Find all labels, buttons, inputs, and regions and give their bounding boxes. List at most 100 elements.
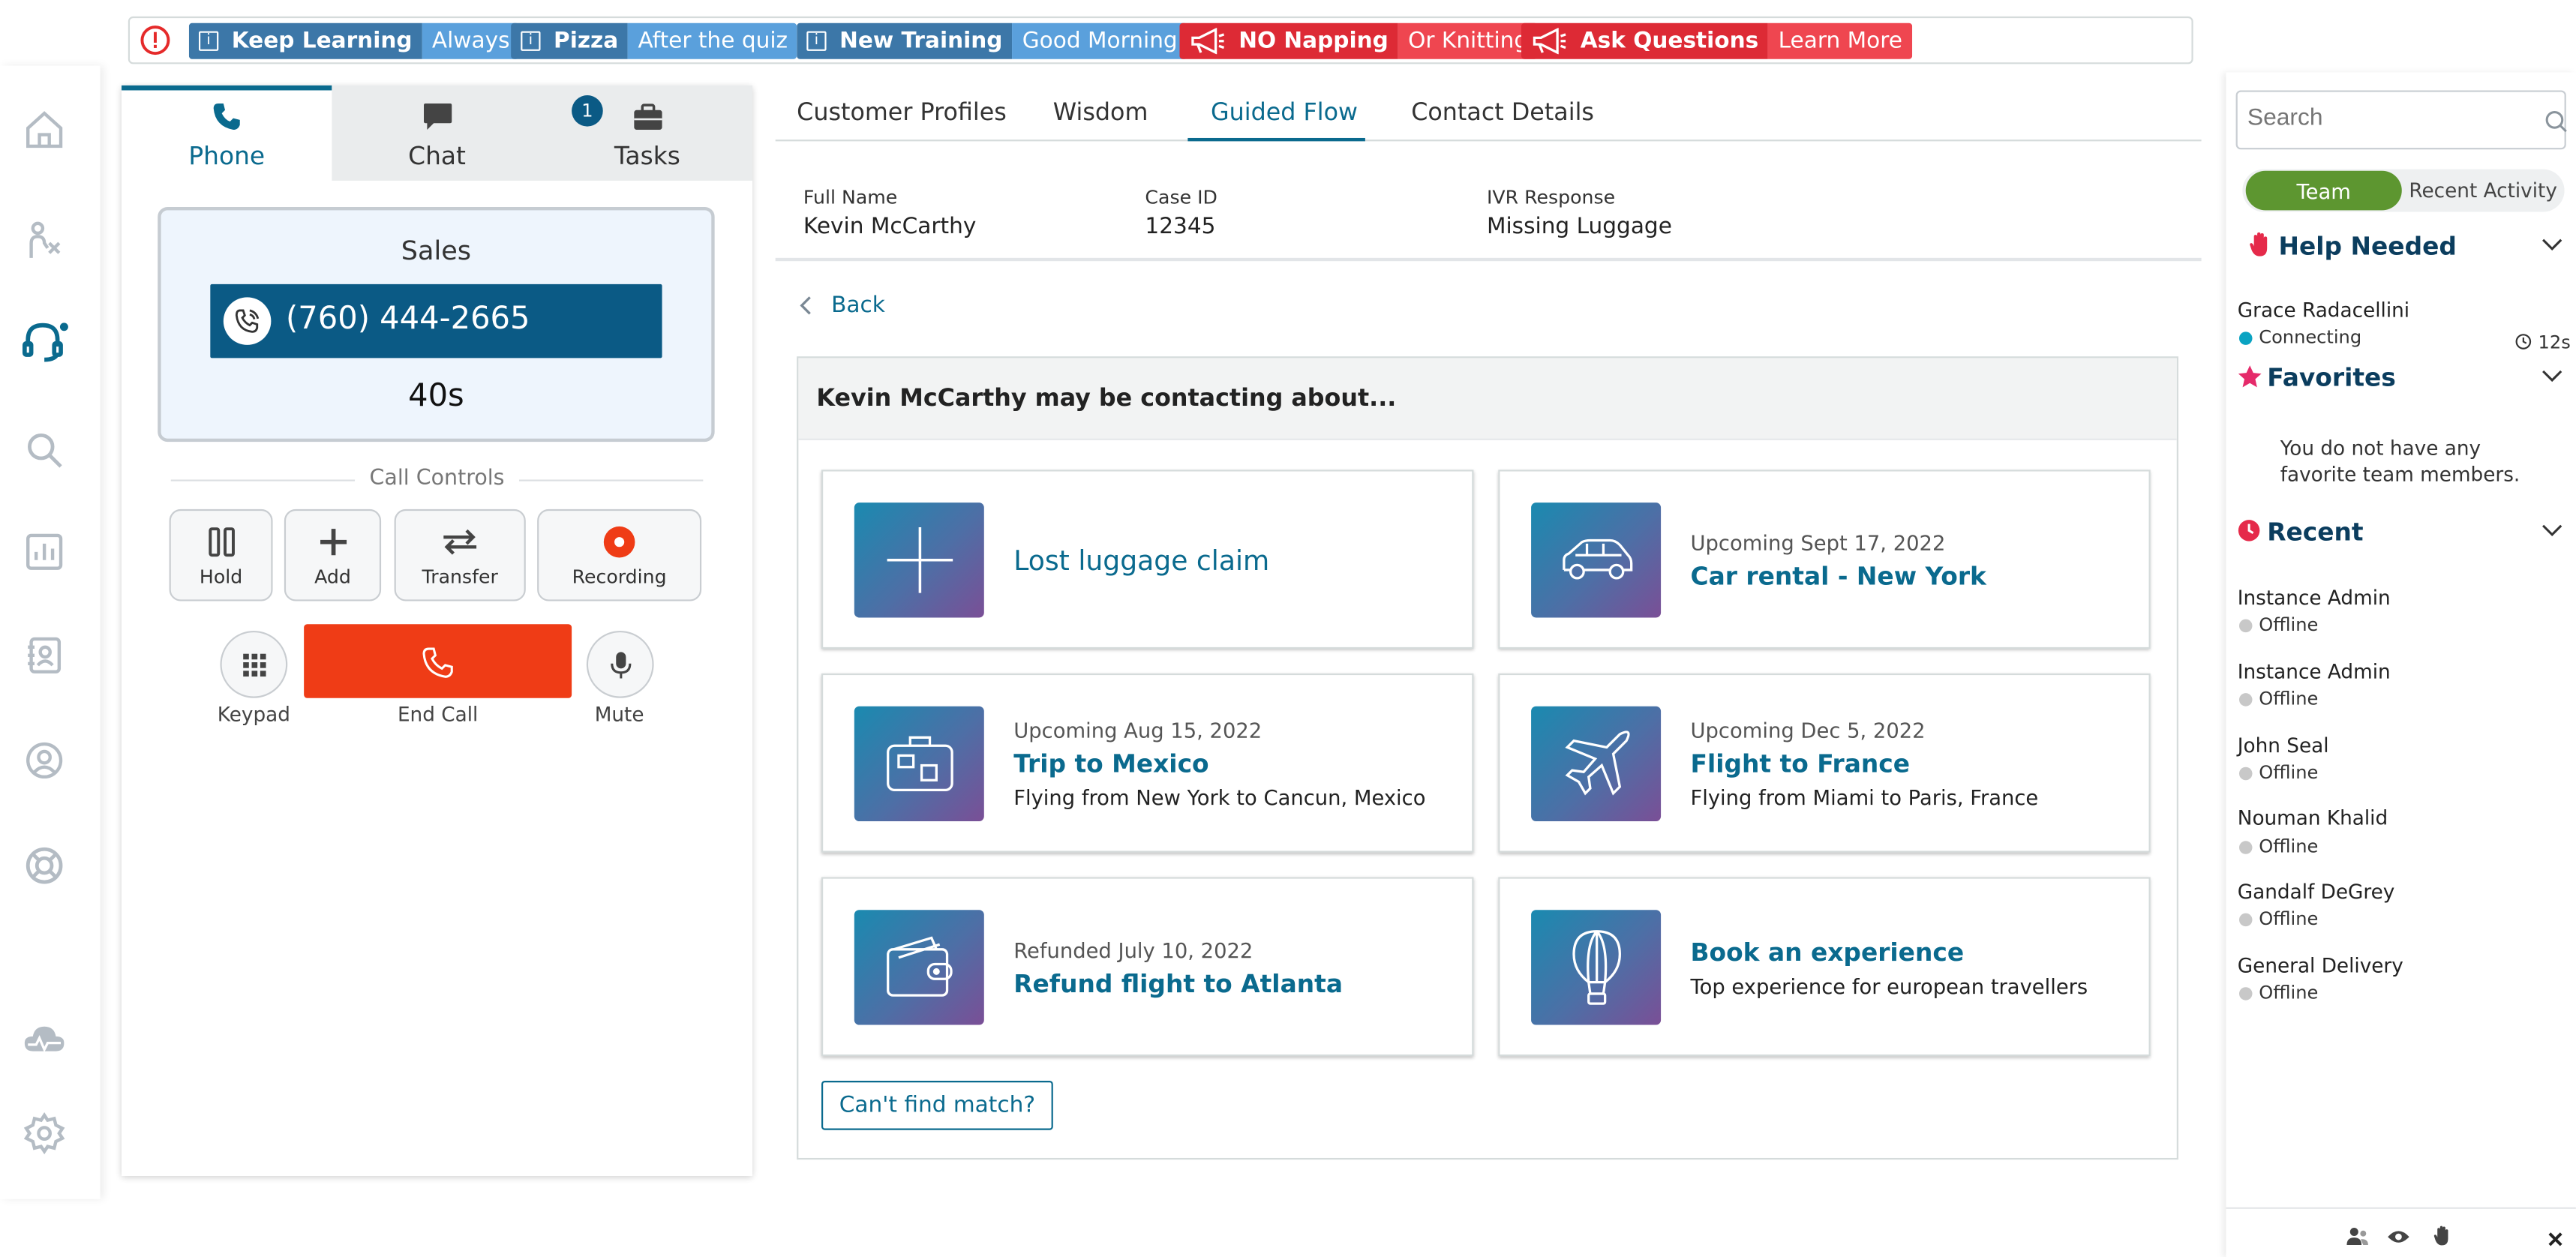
chip-value: Good Morning [1022,28,1178,55]
cloud-health-icon[interactable] [20,1015,69,1064]
chevron-down-icon[interactable] [2541,524,2562,538]
card-refund-atlanta[interactable]: Refunded July 10, 2022 Refund flight to … [821,877,1474,1057]
tab-guided-flow[interactable]: Guided Flow [1211,100,1358,127]
info-icon: i [521,31,541,51]
help-needed-heading: Help Needed [2278,231,2457,262]
recent-person-name[interactable]: Nouman Khalid [2238,806,2388,830]
cant-find-match-button[interactable]: Can't find match? [821,1081,1053,1130]
keypad-label: Keypad [217,703,290,726]
recent-person-name[interactable]: Instance Admin [2238,586,2391,610]
banner-chip-pizza[interactable]: i Pizza After the quiz [511,22,798,59]
left-nav [0,65,101,1199]
chevron-down-icon[interactable] [2541,238,2562,252]
banner-chip-ask-questions[interactable]: Ask Questions Learn More [1521,22,1913,59]
analytics-icon[interactable] [20,527,69,577]
search-icon[interactable] [2544,110,2568,134]
mute-label: Mute [594,703,644,726]
search-input[interactable] [2247,105,2527,132]
connecting-status-dot [2238,332,2253,345]
tab-chat[interactable]: Chat [332,86,542,181]
tabs-divider [775,140,2202,142]
keypad-button[interactable] [220,630,288,698]
raised-hand-footer-icon[interactable] [2433,1226,2451,1246]
card-title: Refund flight to Atlanta [1013,969,1344,999]
help-person-name[interactable]: Grace Radacellini [2238,299,2409,322]
card-flight-france[interactable]: Upcoming Dec 5, 2022 Flight to France Fl… [1498,673,2151,853]
chip-value: After the quiz [638,28,788,55]
recent-person-name[interactable]: John Seal [2238,734,2329,758]
tab-wisdom[interactable]: Wisdom [1053,100,1148,127]
banner-chip-new-training[interactable]: i New Training Good Morning [797,22,1187,59]
offline-status-dot [2238,841,2253,854]
mute-button[interactable] [586,630,654,698]
alert-circle-icon [140,25,171,56]
keypad-grid-icon [242,652,266,676]
card-book-experience[interactable]: Book an experience Top experience for eu… [1498,877,2151,1057]
transfer-button[interactable]: Transfer [394,508,526,602]
recent-heading: Recent [2267,517,2364,548]
chip-key: Keep Learning [231,28,413,55]
team-toggle: Team Recent Activity [2242,169,2565,212]
contact-control-panel: Phone Chat Tasks 1 Sales (760) 444-2665 … [122,85,753,1177]
recent-person-name[interactable]: Gandalf DeGrey [2238,880,2395,904]
search-icon[interactable] [20,425,69,475]
help-lifebuoy-icon[interactable] [20,841,69,890]
phone-icon [213,103,240,130]
recent-person-status: Offline [2259,614,2319,636]
team-toggle-button[interactable]: Team [2245,170,2402,211]
eye-icon[interactable] [2387,1228,2410,1245]
call-duration: 40s [408,377,464,414]
end-call-phone-icon [422,646,452,677]
team-users-icon[interactable] [2346,1227,2369,1246]
banner-chip-no-napping[interactable]: NO Napping Or Knitting [1179,22,1539,59]
recording-button[interactable]: Recording [537,508,702,602]
card-title: Book an experience [1690,938,1965,968]
card-title: Lost luggage claim [1013,545,1270,577]
tab-contact-details[interactable]: Contact Details [1411,100,1594,127]
search-box[interactable] [2235,90,2568,150]
user-profile-icon[interactable] [20,736,69,785]
ivr-response-value: Missing Luggage [1486,213,1672,240]
back-link[interactable]: Back [798,292,885,319]
tab-phone-label: Phone [188,141,266,171]
plus-icon [854,502,984,618]
end-call-button[interactable] [304,624,572,698]
card-title: Flight to France [1690,748,1911,779]
recent-person-name[interactable]: General Delivery [2238,954,2403,977]
case-id-value: 12345 [1145,213,1216,240]
chip-key: Pizza [554,28,619,55]
offline-status-dot [2238,693,2253,706]
card-trip-mexico[interactable]: Upcoming Aug 15, 2022 Trip to Mexico Fly… [821,673,1474,853]
recent-activity-toggle-button[interactable]: Recent Activity [2405,171,2561,211]
add-button[interactable]: Add [284,508,382,602]
clock-icon [2515,334,2532,350]
tab-phone-content[interactable]: Phone [122,86,332,181]
card-lost-luggage[interactable]: Lost luggage claim [821,470,1474,650]
full-name-value: Kevin McCarthy [803,213,977,240]
end-call-label: End Call [397,703,479,726]
home-icon[interactable] [20,105,69,154]
guided-flow-heading: Kevin McCarthy may be contacting about..… [816,386,1397,412]
tab-customer-profiles[interactable]: Customer Profiles [797,100,1007,127]
card-car-rental[interactable]: Upcoming Sept 17, 2022 Car rental - New … [1498,470,2151,650]
close-icon[interactable] [2548,1232,2563,1247]
chevron-down-icon[interactable] [2541,370,2562,383]
recent-person-name[interactable]: Instance Admin [2238,660,2391,683]
add-label: Add [314,565,351,589]
headset-icon[interactable] [20,317,69,367]
case-id-label: Case ID [1145,185,1217,209]
banner-chip-keep-learning[interactable]: i Keep Learning Always [188,22,520,59]
briefcase-icon [633,104,662,130]
card-title: Car rental - New York [1690,561,1986,592]
guided-flow-container: Kevin McCarthy may be contacting about..… [797,356,2178,1160]
active-tab-underline [1187,137,1365,142]
chip-key: NO Napping [1238,28,1389,55]
routing-icon[interactable] [20,215,69,265]
contact-book-icon[interactable] [20,631,69,680]
card-title: Trip to Mexico [1013,748,1209,779]
hold-button[interactable]: Hold [169,508,273,602]
offline-status-dot [2238,766,2253,781]
settings-gear-icon[interactable] [20,1108,69,1158]
info-icon: i [806,31,827,51]
tab-tasks[interactable]: Tasks [542,86,752,181]
